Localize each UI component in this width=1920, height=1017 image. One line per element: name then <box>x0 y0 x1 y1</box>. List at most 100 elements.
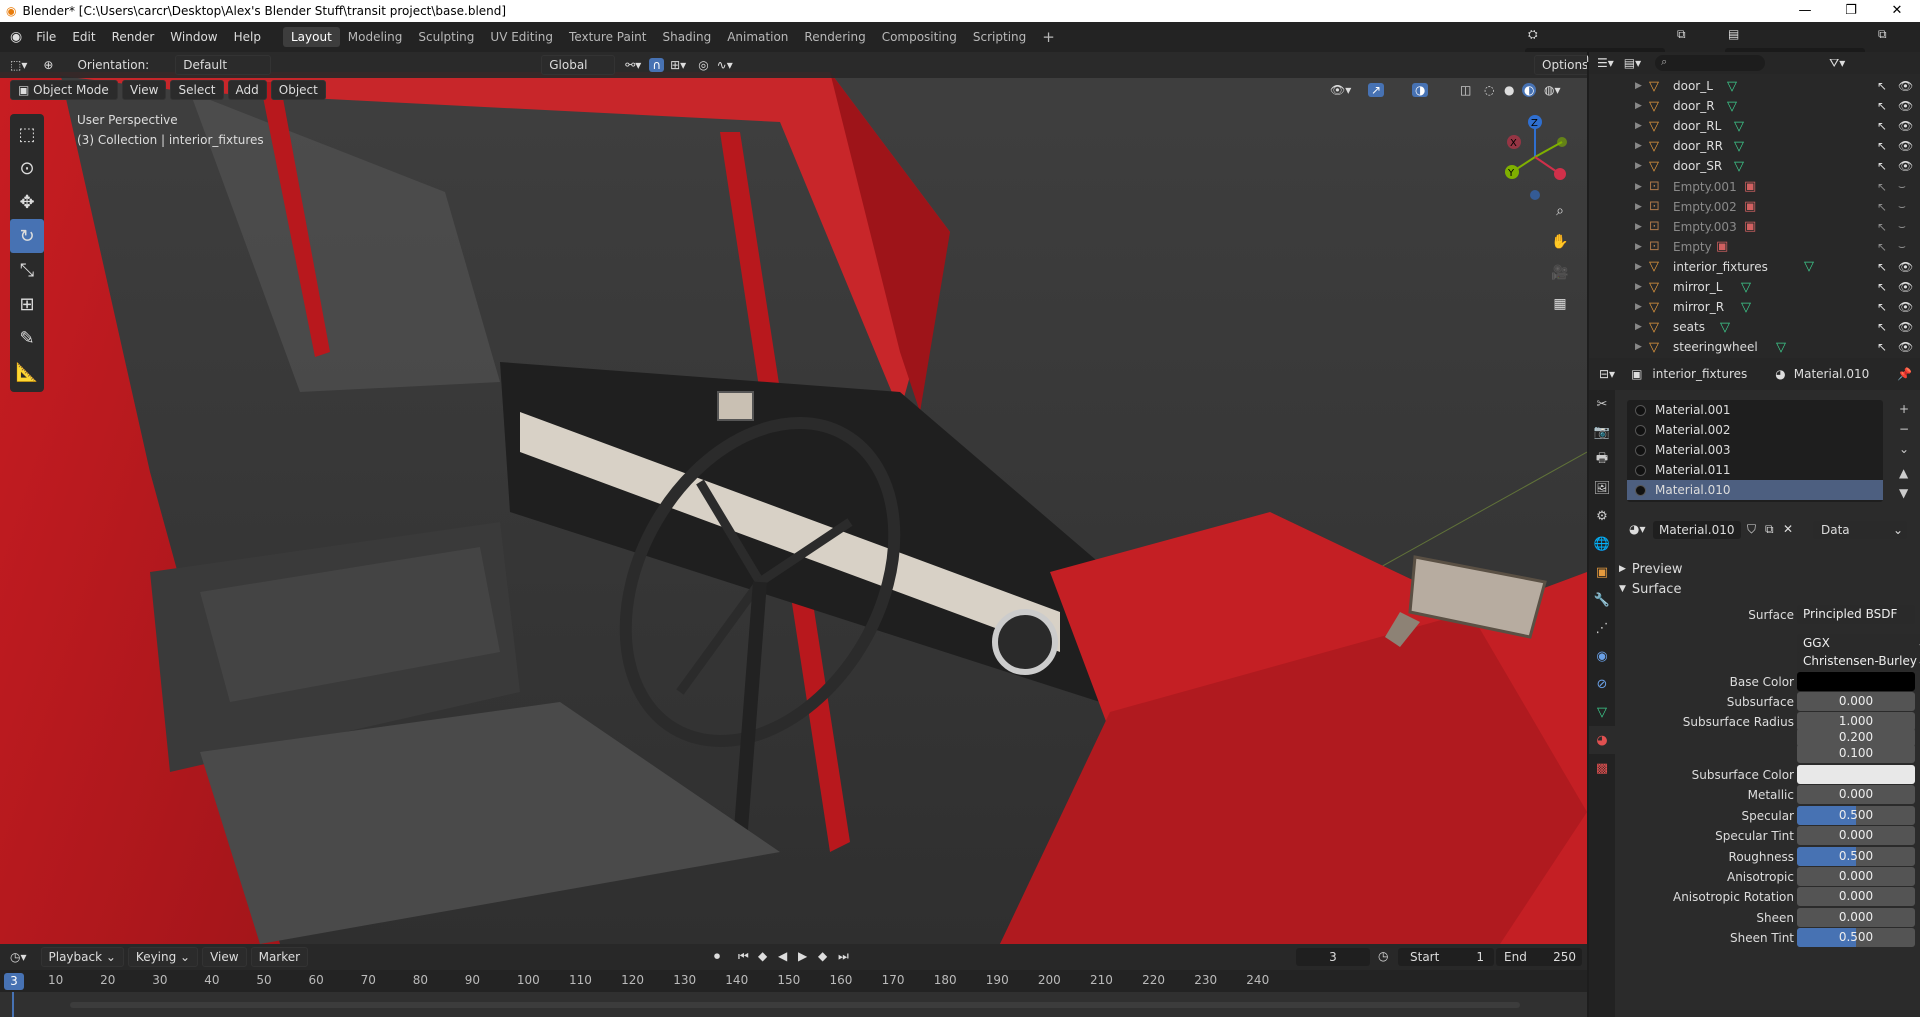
visibility-eye-icon[interactable]: 👁 <box>1898 119 1913 133</box>
pin-icon[interactable]: 📌 <box>1897 367 1912 381</box>
surface-section-header[interactable]: ▼ Surface <box>1619 578 1681 600</box>
3d-viewport[interactable]: ⬚▾ ⊕ Orientation: Default Global ⚯▾ ∩ ⊞▾… <box>0 52 1587 944</box>
empty-data-icon[interactable]: ▣ <box>1716 239 1728 254</box>
material-shading-icon[interactable]: ◐ <box>1522 83 1537 97</box>
measure-icon[interactable]: 📐 <box>10 355 44 389</box>
param-value-field[interactable]: 0.000 <box>1797 908 1915 927</box>
menu-edit[interactable]: Edit <box>64 30 103 44</box>
timeline-scrollbar[interactable] <box>70 1002 1520 1008</box>
visibility-eye-icon[interactable]: 👁 <box>1898 159 1913 173</box>
options-button[interactable]: Options <box>1534 55 1587 75</box>
menu-marker[interactable]: Marker <box>250 947 309 967</box>
new-view-layer-icon[interactable]: ⧉ <box>1878 27 1887 42</box>
mesh-data-icon[interactable]: ▽ <box>1741 280 1751 295</box>
expand-arrow-icon[interactable]: ▶ <box>1635 101 1642 111</box>
constraints-tab-icon[interactable]: ⊘ <box>1589 670 1615 698</box>
expand-arrow-icon[interactable]: ▶ <box>1635 121 1642 131</box>
menu-object[interactable]: Object <box>270 80 326 100</box>
param-value-field[interactable]: 0.000 <box>1797 867 1915 886</box>
expand-arrow-icon[interactable]: ▶ <box>1635 222 1642 232</box>
param-value-field[interactable]: 0.500 <box>1797 928 1915 947</box>
snap-icon[interactable]: ⚯▾ <box>625 58 641 72</box>
expand-arrow-icon[interactable]: ▶ <box>1635 161 1642 171</box>
snap-target-icon[interactable]: ⊞▾ <box>670 58 686 72</box>
annotate-icon[interactable]: ✎ <box>10 321 44 355</box>
slot-add-icon[interactable]: + <box>1899 402 1909 416</box>
visibility-eye-icon[interactable]: ⌣ <box>1898 179 1906 194</box>
outliner-item-name[interactable]: Empty <box>1673 240 1712 254</box>
preview-section-header[interactable]: ▶ Preview <box>1619 558 1683 580</box>
material-name-field[interactable]: Material.010 <box>1653 521 1741 539</box>
outliner-editor-icon[interactable]: ☰▾ <box>1597 56 1614 70</box>
transform-pivot-icon[interactable]: ⊕ <box>43 58 53 72</box>
scene-icon[interactable]: ⛭ <box>1528 27 1538 42</box>
material-slot[interactable]: Material.010 <box>1627 480 1883 500</box>
visibility-eye-icon[interactable]: 👁 <box>1898 340 1913 354</box>
visibility-eye-icon[interactable]: ⌣ <box>1898 219 1906 234</box>
subsurface-method-dropdown[interactable]: Christensen-Burley⌄ <box>1797 652 1920 671</box>
material-slot[interactable]: Material.002 <box>1627 420 1883 440</box>
menu-help[interactable]: Help <box>226 30 269 44</box>
expand-arrow-icon[interactable]: ▶ <box>1635 202 1642 212</box>
param-value-field[interactable]: 0.500 <box>1797 847 1915 866</box>
menu-render[interactable]: Render <box>104 30 163 44</box>
outliner-item-name[interactable]: door_RL <box>1673 119 1721 133</box>
menu-timeline-view[interactable]: View <box>202 947 247 967</box>
overlay-toggle-icon[interactable]: ◑ <box>1412 83 1429 97</box>
prev-keyframe-icon[interactable]: ◆ <box>758 949 767 963</box>
outliner-item[interactable]: ▶ ▽ interior_fixtures ▽ ↖ 👁 <box>1589 257 1920 277</box>
maximize-button[interactable]: ❐ <box>1828 0 1874 22</box>
blender-menu-icon[interactable]: ◉ <box>10 29 22 45</box>
solid-shading-icon[interactable]: ● <box>1504 83 1514 97</box>
color-swatch[interactable] <box>1797 765 1915 784</box>
outliner-item-name[interactable]: Empty.002 <box>1673 200 1737 214</box>
outliner-item[interactable]: ▶ ▽ door_RR ▽ ↖ 👁 <box>1589 136 1920 156</box>
fake-user-icon[interactable]: ⛉ <box>1747 522 1756 537</box>
move-icon[interactable]: ✥ <box>10 185 44 219</box>
menu-file[interactable]: File <box>28 30 64 44</box>
transform-icon[interactable]: ⊞ <box>10 287 44 321</box>
tab-shading[interactable]: Shading <box>654 27 719 47</box>
slot-up-icon[interactable]: ▲ <box>1899 466 1908 480</box>
visibility-eye-icon[interactable]: 👁 <box>1898 99 1913 113</box>
outliner-item-name[interactable]: door_SR <box>1673 159 1722 173</box>
visibility-eye-icon[interactable]: 👁 <box>1898 79 1913 93</box>
selectable-icon[interactable]: ↖ <box>1877 320 1887 334</box>
tab-rendering[interactable]: Rendering <box>796 27 873 47</box>
close-button[interactable]: ✕ <box>1874 0 1920 22</box>
world-tab-icon[interactable]: 🌐 <box>1589 530 1615 558</box>
material-slot[interactable]: Material.003 <box>1627 440 1883 460</box>
orientation-dropdown[interactable]: Default <box>175 55 272 75</box>
mesh-data-icon[interactable]: ▽ <box>1734 159 1744 174</box>
outliner-item[interactable]: ▶ ▽ mirror_R ▽ ↖ 👁 <box>1589 297 1920 317</box>
mesh-data-icon[interactable]: ▽ <box>1727 99 1737 114</box>
play-icon[interactable]: ▶ <box>798 949 807 963</box>
current-frame-field[interactable]: 3 <box>1296 948 1370 966</box>
selectable-icon[interactable]: ↖ <box>1877 119 1887 133</box>
selectable-icon[interactable]: ↖ <box>1877 159 1887 173</box>
menu-add[interactable]: Add <box>227 80 267 100</box>
selectable-icon[interactable]: ↖ <box>1877 180 1887 194</box>
selectable-icon[interactable]: ↖ <box>1877 200 1887 214</box>
tab-layout[interactable]: Layout <box>282 27 340 47</box>
param-value-field[interactable]: 0.500 <box>1797 806 1915 825</box>
selectable-icon[interactable]: ↖ <box>1877 240 1887 254</box>
visibility-eye-icon[interactable]: ⌣ <box>1898 239 1906 254</box>
mesh-data-icon[interactable]: ▽ <box>1734 139 1744 154</box>
outliner-item-name[interactable]: interior_fixtures <box>1673 260 1768 274</box>
selectable-icon[interactable]: ↖ <box>1877 79 1887 93</box>
outliner-search-field[interactable]: ⌕ <box>1655 55 1766 71</box>
outliner-item-name[interactable]: Empty.003 <box>1673 220 1737 234</box>
jump-start-icon[interactable]: ⏮ <box>738 949 749 964</box>
transform-orientation-dropdown[interactable]: Global <box>541 55 616 75</box>
timeline-editor-icon[interactable]: ◷▾ <box>10 950 27 964</box>
expand-arrow-icon[interactable]: ▶ <box>1635 342 1642 352</box>
play-reverse-icon[interactable]: ◀ <box>778 949 787 963</box>
expand-arrow-icon[interactable]: ▶ <box>1635 262 1642 272</box>
expand-arrow-icon[interactable]: ▶ <box>1635 81 1642 91</box>
filter-icon[interactable]: ⛛▾ <box>1829 56 1845 71</box>
render-tab-icon[interactable]: 📷 <box>1589 418 1615 446</box>
outliner-item-name[interactable]: mirror_R <box>1673 300 1724 314</box>
outliner-item-name[interactable]: mirror_L <box>1673 280 1722 294</box>
visibility-eye-icon[interactable]: 👁 <box>1898 320 1913 334</box>
